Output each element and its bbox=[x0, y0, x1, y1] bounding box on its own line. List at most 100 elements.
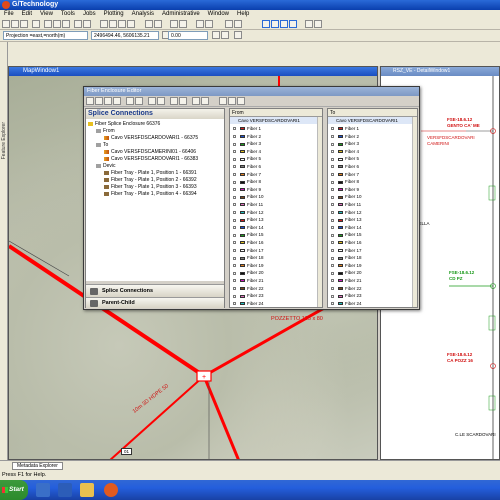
help-icon[interactable] bbox=[201, 97, 209, 105]
expand-icon[interactable] bbox=[233, 134, 236, 138]
fiber-row[interactable]: Fiber 8 bbox=[233, 178, 261, 185]
tray-icon[interactable] bbox=[148, 97, 156, 105]
expand-icon[interactable] bbox=[331, 256, 334, 260]
expand-icon[interactable] bbox=[331, 157, 334, 161]
cable-icon[interactable] bbox=[157, 97, 165, 105]
menu-edit[interactable]: Edit bbox=[22, 10, 32, 19]
value-input[interactable]: 0.00 bbox=[168, 31, 208, 40]
to-cable-node[interactable]: Cavo VERSFDSCARDOVARI1 bbox=[328, 117, 417, 124]
expand-icon[interactable] bbox=[233, 165, 236, 169]
fiber-row[interactable]: Fiber 4 bbox=[331, 148, 359, 155]
menu-tools[interactable]: Tools bbox=[61, 10, 75, 19]
expand-icon[interactable] bbox=[233, 226, 236, 230]
fiber-row[interactable]: Fiber 18 bbox=[331, 254, 362, 261]
menu-help[interactable]: Help bbox=[237, 10, 249, 19]
fiber-row[interactable]: Fiber 7 bbox=[233, 171, 261, 178]
tree-from-node[interactable]: From bbox=[96, 128, 115, 134]
fiber-row[interactable]: Fiber 19 bbox=[331, 262, 362, 269]
legend-icon[interactable] bbox=[205, 20, 213, 28]
locate-icon[interactable] bbox=[170, 20, 178, 28]
menu-analysis[interactable]: Analysis bbox=[132, 10, 154, 19]
save-icon[interactable] bbox=[20, 20, 28, 28]
fiber-row[interactable]: Fiber 6 bbox=[233, 163, 261, 170]
disconnect-icon[interactable] bbox=[135, 97, 143, 105]
tree-to-node[interactable]: To bbox=[96, 142, 108, 148]
undo-icon[interactable] bbox=[104, 97, 112, 105]
expand-icon[interactable] bbox=[233, 286, 236, 290]
expand-icon[interactable] bbox=[233, 271, 236, 275]
expand-icon[interactable] bbox=[233, 248, 236, 252]
tree-cable-node[interactable]: Cavo VERSFDSCAMERINI01 - 66406 bbox=[104, 149, 196, 155]
fiber-row[interactable]: Fiber 5 bbox=[331, 155, 359, 162]
splice-connections-nav-button[interactable]: Splice Connections bbox=[86, 284, 224, 297]
redo-icon[interactable] bbox=[83, 20, 91, 28]
expand-icon[interactable] bbox=[233, 241, 236, 245]
expand-icon[interactable] bbox=[331, 134, 334, 138]
fiber-row[interactable]: Fiber 9 bbox=[331, 186, 359, 193]
fiber-row[interactable]: Fiber 17 bbox=[233, 247, 264, 254]
cut-icon[interactable] bbox=[44, 20, 52, 28]
expand-icon[interactable] bbox=[331, 286, 334, 290]
tree-tray-node[interactable]: Fiber Tray - Plate 1, Position 1 - 66391 bbox=[104, 170, 197, 176]
draw-arc-icon[interactable] bbox=[280, 20, 288, 28]
open-icon[interactable] bbox=[11, 20, 19, 28]
cursor-icon[interactable] bbox=[234, 31, 242, 39]
fiber-row[interactable]: Fiber 15 bbox=[331, 231, 362, 238]
fiber-row[interactable]: Fiber 6 bbox=[331, 163, 359, 170]
fiber-row[interactable]: Fiber 12 bbox=[331, 209, 362, 216]
expand-icon[interactable] bbox=[331, 226, 334, 230]
filter-icon[interactable] bbox=[234, 20, 242, 28]
draw-polyline-icon[interactable] bbox=[271, 20, 279, 28]
expand-icon[interactable] bbox=[331, 294, 334, 298]
fiber-row[interactable]: Fiber 16 bbox=[233, 239, 264, 246]
locate-icon[interactable] bbox=[219, 97, 227, 105]
expand-icon[interactable] bbox=[233, 302, 236, 306]
new-icon[interactable] bbox=[2, 20, 10, 28]
expand-icon[interactable] bbox=[233, 180, 236, 184]
expand-icon[interactable] bbox=[331, 203, 334, 207]
fit-icon[interactable] bbox=[237, 97, 245, 105]
fiber-row[interactable]: Fiber 23 bbox=[233, 292, 264, 299]
feature-explorer-dock[interactable]: Feature Explorer bbox=[0, 42, 8, 460]
fiber-row[interactable]: Fiber 2 bbox=[331, 133, 359, 140]
enclosure-tree[interactable]: Fiber Splice Enclosure 66376 From Cavo V… bbox=[86, 119, 224, 269]
menu-file[interactable]: File bbox=[4, 10, 14, 19]
menu-view[interactable]: View bbox=[40, 10, 53, 19]
refresh-icon[interactable] bbox=[154, 20, 162, 28]
fiber-row[interactable]: Fiber 23 bbox=[331, 292, 362, 299]
fiber-row[interactable]: Fiber 7 bbox=[331, 171, 359, 178]
tree-cable-node[interactable]: Cavo VERSFDSCARDOVARI1 - 66383 bbox=[104, 156, 198, 162]
fiber-row[interactable]: Fiber 22 bbox=[331, 285, 362, 292]
fiber-row[interactable]: Fiber 8 bbox=[331, 178, 359, 185]
select-icon[interactable] bbox=[100, 20, 108, 28]
fiber-row[interactable]: Fiber 3 bbox=[331, 140, 359, 147]
zoom-in-icon[interactable] bbox=[109, 20, 117, 28]
query-icon[interactable] bbox=[225, 20, 233, 28]
to-scrollbar[interactable] bbox=[412, 117, 417, 307]
fiber-row[interactable]: Fiber 17 bbox=[331, 247, 362, 254]
undo-icon[interactable] bbox=[74, 20, 82, 28]
options-icon[interactable] bbox=[221, 31, 229, 39]
fiber-row[interactable]: Fiber 13 bbox=[233, 216, 264, 223]
fiber-row[interactable]: Fiber 22 bbox=[233, 285, 264, 292]
expand-icon[interactable] bbox=[331, 279, 334, 283]
menu-window[interactable]: Window bbox=[208, 10, 229, 19]
expand-icon[interactable] bbox=[233, 210, 236, 214]
print-icon[interactable] bbox=[179, 97, 187, 105]
grid-icon[interactable] bbox=[314, 20, 322, 28]
expand-icon[interactable] bbox=[233, 233, 236, 237]
fiber-row[interactable]: Fiber 24 bbox=[331, 300, 362, 307]
tree-devices-node[interactable]: Devic bbox=[96, 163, 116, 169]
metadata-explorer-tab[interactable]: Metadata Explorer bbox=[12, 462, 63, 470]
expand-icon[interactable] bbox=[233, 188, 236, 192]
fiber-row[interactable]: Fiber 2 bbox=[233, 133, 261, 140]
fiber-row[interactable]: Fiber 16 bbox=[331, 239, 362, 246]
from-cable-node[interactable]: Cavo VERSFDSCARDOVARI1 bbox=[230, 117, 322, 124]
fiber-row[interactable]: Fiber 20 bbox=[331, 269, 362, 276]
tree-cable-node[interactable]: Cavo VERSFDSCARDOVARI1 - 66375 bbox=[104, 135, 198, 141]
projection-select[interactable]: Projection =east,=north(m) bbox=[3, 31, 88, 40]
fiber-row[interactable]: Fiber 24 bbox=[233, 300, 264, 307]
expand-icon[interactable] bbox=[233, 195, 236, 199]
fiber-row[interactable]: Fiber 21 bbox=[233, 277, 264, 284]
expand-icon[interactable] bbox=[331, 210, 334, 214]
